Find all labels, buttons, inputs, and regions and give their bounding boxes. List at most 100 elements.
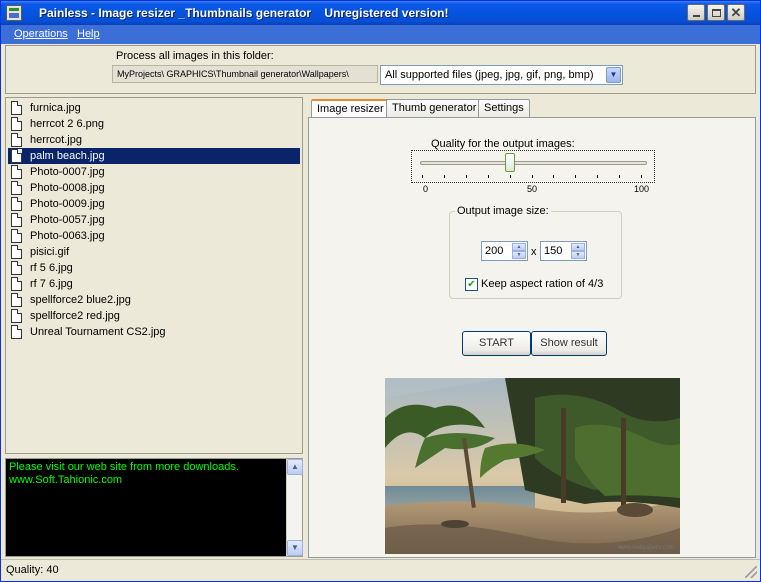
slider-thumb[interactable]	[504, 153, 515, 172]
file-list-item[interactable]: rf 7 6.jpg	[6, 276, 302, 292]
file-list-panel: furnica.jpg herrcot 2 6.png herrcot.jpg pal…	[5, 97, 303, 454]
file-icon	[11, 325, 22, 339]
file-list-item[interactable]: pisici.gif	[6, 244, 302, 260]
file-type-select[interactable]: All supported files (jpeg, jpg, gif, png…	[380, 65, 623, 85]
file-name: herrcot 2 6.png	[30, 118, 104, 130]
spin-down-icon[interactable]: ▼	[571, 251, 585, 259]
status-bar: Quality: 40	[1, 559, 760, 581]
start-button[interactable]: START	[462, 331, 531, 356]
keep-aspect-checkbox[interactable]: ✔	[465, 278, 478, 291]
spin-up-icon[interactable]: ▲	[512, 243, 526, 251]
output-size-label: Output image size:	[455, 205, 551, 217]
console-text: Please visit our web site from more down…	[9, 461, 239, 486]
file-icon	[11, 117, 22, 131]
maximize-icon	[711, 8, 721, 17]
quality-slider[interactable]	[411, 150, 655, 183]
menu-help[interactable]: Help	[77, 28, 100, 40]
file-name: Unreal Tournament CS2.jpg	[30, 326, 166, 338]
file-name: furnica.jpg	[30, 102, 81, 114]
file-list-item[interactable]: spellforce2 blue2.jpg	[6, 292, 302, 308]
keep-aspect-label[interactable]: Keep aspect ration of 4/3	[481, 278, 603, 290]
app-window: Painless - Image resizer _Thumbnails gen…	[0, 0, 761, 582]
resize-grip-icon[interactable]	[745, 566, 757, 578]
file-list-item[interactable]: herrcot 2 6.png	[6, 116, 302, 132]
file-list-item[interactable]: Photo-0008.jpg	[6, 180, 302, 196]
file-icon	[11, 229, 22, 243]
console-scrollbar[interactable]: ▲ ▼	[286, 459, 303, 556]
height-spinner[interactable]: 150 ▲ ▼	[540, 241, 587, 261]
slider-tick	[619, 175, 621, 178]
file-name: rf 5 6.jpg	[30, 262, 73, 274]
folder-path-field[interactable]: MyProjects\ GRAPHICS\Thumbnail generator…	[112, 65, 378, 83]
close-icon: ✕	[730, 5, 742, 20]
folder-panel: Process all images in this folder: MyPro…	[5, 45, 756, 94]
file-name: spellforce2 blue2.jpg	[30, 294, 131, 306]
file-list-item[interactable]: Unreal Tournament CS2.jpg	[6, 324, 302, 340]
slider-tick	[487, 175, 489, 178]
folder-label: Process all images in this folder:	[116, 50, 274, 62]
width-value: 200	[485, 245, 504, 257]
file-icon	[11, 261, 22, 275]
slider-tick	[465, 175, 467, 178]
image-preview: www.wallpapers.com	[385, 378, 680, 554]
file-name: Photo-0008.jpg	[30, 182, 105, 194]
minimize-button[interactable]	[687, 4, 705, 21]
slider-tick	[531, 175, 533, 178]
file-icon	[11, 149, 22, 163]
file-icon	[11, 181, 22, 195]
menu-operations[interactable]: Operations	[14, 28, 68, 40]
window-title: Painless - Image resizer _Thumbnails gen…	[39, 6, 449, 20]
file-list-item[interactable]: palm beach.jpg	[8, 148, 300, 164]
file-list-item[interactable]: Photo-0009.jpg	[6, 196, 302, 212]
slider-tick	[575, 175, 577, 178]
slider-tick	[641, 175, 642, 178]
minimize-icon	[692, 14, 700, 17]
file-icon	[11, 165, 22, 179]
tick-label-min: 0	[423, 184, 429, 194]
file-list-item[interactable]: rf 5 6.jpg	[6, 260, 302, 276]
file-list-item[interactable]: spellforce2 red.jpg	[6, 308, 302, 324]
file-name: Photo-0009.jpg	[30, 198, 105, 210]
dropdown-arrow-icon[interactable]: ▼	[606, 67, 621, 83]
maximize-button[interactable]	[707, 4, 725, 21]
spin-up-icon[interactable]: ▲	[571, 243, 585, 251]
file-name: Photo-0063.jpg	[30, 230, 105, 242]
file-list: furnica.jpg herrcot 2 6.png herrcot.jpg pal…	[6, 98, 302, 340]
tab-image-resizer[interactable]: Image resizer	[311, 99, 390, 118]
tab-thumb-generator[interactable]: Thumb generator	[386, 99, 483, 117]
file-list-item[interactable]: Photo-0057.jpg	[6, 212, 302, 228]
file-list-item[interactable]: Photo-0063.jpg	[6, 228, 302, 244]
file-name: Photo-0007.jpg	[30, 166, 105, 178]
file-icon	[11, 309, 22, 323]
file-list-item[interactable]: Photo-0007.jpg	[6, 164, 302, 180]
message-console: Please visit our web site from more down…	[5, 458, 303, 557]
file-icon	[11, 197, 22, 211]
tab-control: Image resizer Thumb generator Settings Q…	[308, 97, 756, 558]
spin-down-icon[interactable]: ▼	[512, 251, 526, 259]
output-size-group: Output image size: 200 ▲ ▼ x 150 ▲ ▼ ✔ K…	[449, 205, 622, 299]
scroll-down-icon[interactable]: ▼	[287, 540, 303, 556]
file-type-value: All supported files (jpeg, jpg, gif, png…	[385, 69, 594, 81]
slider-tick	[443, 175, 445, 178]
tab-settings[interactable]: Settings	[478, 99, 530, 117]
height-spin-buttons[interactable]: ▲ ▼	[571, 243, 585, 259]
palm-beach-image	[385, 378, 680, 554]
app-icon[interactable]	[6, 5, 22, 21]
height-value: 150	[544, 245, 563, 257]
width-spin-buttons[interactable]: ▲ ▼	[512, 243, 526, 259]
file-list-item[interactable]: herrcot.jpg	[6, 132, 302, 148]
preview-credit: www.wallpapers.com	[617, 545, 674, 551]
tick-label-max: 100	[634, 184, 650, 194]
file-name: herrcot.jpg	[30, 134, 82, 146]
file-name: pisici.gif	[30, 246, 70, 258]
menu-bar: Operations Help	[1, 25, 760, 44]
image-resizer-page: Quality for the output images: 0 50 100 …	[308, 117, 756, 558]
show-result-button[interactable]: Show result	[531, 331, 607, 356]
width-spinner[interactable]: 200 ▲ ▼	[481, 241, 528, 261]
file-name: spellforce2 red.jpg	[30, 310, 120, 322]
title-bar[interactable]: Painless - Image resizer _Thumbnails gen…	[1, 1, 760, 25]
scroll-up-icon[interactable]: ▲	[287, 459, 303, 475]
file-list-item[interactable]: furnica.jpg	[6, 100, 302, 116]
file-icon	[11, 213, 22, 227]
close-button[interactable]: ✕	[727, 4, 745, 21]
